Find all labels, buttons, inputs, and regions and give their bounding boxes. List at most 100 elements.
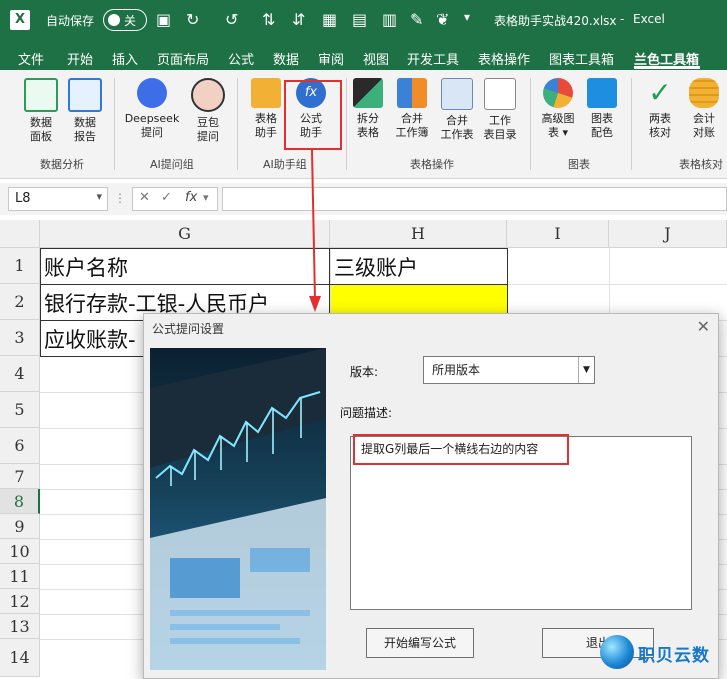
row-header-4[interactable]: 4 — [0, 356, 40, 392]
menu-view[interactable]: 视图 — [363, 49, 389, 68]
insert-function-icon[interactable]: fx — [185, 190, 197, 205]
chevron-down-icon[interactable]: ▼ — [578, 357, 594, 383]
version-select[interactable]: 所用版本 ▼ — [423, 356, 595, 384]
doubao-ask-button[interactable]: 豆包 提问 — [188, 78, 228, 144]
select-all-corner[interactable] — [0, 220, 40, 248]
row-header-3[interactable]: 3 — [0, 320, 40, 356]
row-header-14[interactable]: 14 — [0, 639, 40, 677]
leaf-icon[interactable]: ❦ — [436, 10, 449, 29]
formula-assistant-highlight — [284, 80, 342, 150]
sort-descending-icon[interactable]: ⇵ — [292, 10, 305, 29]
column-header-h[interactable]: H — [330, 220, 507, 248]
question-highlight — [353, 434, 569, 465]
title-bar: X 自动保存 关 ▣ ↻ ↺ ⇅ ⇵ ▦ ▤ ▥ ✎ ❦ ▾ 表格助手实战420… — [0, 0, 727, 40]
accounting-reconcile-button[interactable]: 会计 对账 — [684, 78, 724, 140]
column-header-g[interactable]: G — [40, 220, 330, 248]
button-label: 会计 — [693, 112, 715, 125]
row-header-12[interactable]: 12 — [0, 589, 40, 614]
version-label: 版本: — [350, 365, 379, 379]
two-table-check-button[interactable]: ✓ 两表 核对 — [640, 78, 680, 140]
picture-icon[interactable]: ▦ — [322, 10, 337, 29]
merge-workbook-button[interactable]: 合并 工作簿 — [392, 78, 432, 140]
merge-worksheet-button[interactable]: 合并 工作表 — [437, 78, 477, 142]
menu-page-layout[interactable]: 页面布局 — [157, 49, 209, 68]
group-separator — [237, 78, 238, 170]
row-header-8[interactable]: 8 — [0, 489, 40, 514]
button-label: 数据 — [30, 116, 52, 129]
brush-icon[interactable]: ✎ — [410, 10, 423, 29]
undo-icon[interactable]: ↺ — [225, 10, 238, 29]
dialog-title: 公式提问设置 — [152, 322, 225, 336]
data-panel-button[interactable]: 数据 面板 — [21, 78, 61, 144]
start-formula-button[interactable]: 开始编写公式 — [366, 628, 474, 658]
watermark-text: 职贝云数 — [638, 646, 710, 666]
menu-data[interactable]: 数据 — [273, 49, 299, 68]
deepseek-ask-button[interactable]: Deepseek 提问 — [124, 78, 180, 140]
pie-chart-icon — [543, 78, 573, 108]
button-label: 表 ▾ — [547, 126, 569, 139]
formula-input[interactable] — [222, 187, 727, 211]
row-header-13[interactable]: 13 — [0, 614, 40, 639]
cancel-icon[interactable]: ✕ — [139, 190, 150, 205]
row-header-5[interactable]: 5 — [0, 392, 40, 428]
row-header-11[interactable]: 11 — [0, 564, 40, 589]
row-header-10[interactable]: 10 — [0, 539, 40, 564]
cell-g1[interactable]: 账户名称 — [44, 252, 328, 282]
formula-buttons: ✕ ✓ fx ▾ — [132, 187, 218, 211]
menu-developer[interactable]: 开发工具 — [407, 49, 459, 68]
cell-h1[interactable]: 三级账户 — [334, 252, 504, 282]
sheet-directory-button[interactable]: 工作 表目录 — [480, 78, 520, 142]
group-separator — [530, 78, 531, 170]
row-header-9[interactable]: 9 — [0, 514, 40, 539]
group-label-table-check: 表格核对 — [679, 158, 723, 171]
app-name: Excel — [633, 12, 665, 26]
chart-color-button[interactable]: 图表 配色 — [582, 78, 622, 140]
chevron-down-icon[interactable]: ▾ — [203, 191, 209, 204]
button-label: 提问 — [197, 130, 219, 143]
menu-file[interactable]: 文件 — [18, 49, 44, 68]
chevron-down-icon[interactable]: ▾ — [96, 190, 102, 203]
sheet-icon[interactable]: ▥ — [382, 10, 397, 29]
menu-insert[interactable]: 插入 — [112, 49, 138, 68]
button-label: 两表 — [649, 112, 671, 125]
drag-handle-icon[interactable]: ⋮ — [114, 191, 126, 205]
autosave-state: 关 — [124, 14, 137, 28]
row-header-7[interactable]: 7 — [0, 464, 40, 489]
menu-review[interactable]: 审阅 — [318, 49, 344, 68]
button-label: 图表 — [591, 112, 613, 125]
save-icon[interactable]: ▣ — [156, 10, 171, 29]
sort-ascending-icon[interactable]: ⇅ — [262, 10, 275, 29]
column-header-i[interactable]: I — [507, 220, 609, 248]
menu-formulas[interactable]: 公式 — [228, 49, 254, 68]
close-icon[interactable]: ✕ — [697, 317, 710, 336]
menu-home[interactable]: 开始 — [67, 49, 93, 68]
redo-icon[interactable]: ↻ — [186, 10, 199, 29]
advanced-chart-button[interactable]: 高级图 表 ▾ — [536, 78, 580, 140]
more-icon[interactable]: ▾ — [464, 10, 470, 24]
button-label: 数据 — [74, 116, 96, 129]
menu-table-ops[interactable]: 表格操作 — [478, 49, 530, 68]
button-label: 配色 — [591, 126, 613, 139]
excel-logo-icon: X — [10, 10, 30, 30]
confirm-icon[interactable]: ✓ — [161, 190, 172, 205]
file-name: 表格助手实战420.xlsx — [494, 14, 617, 28]
globe-icon — [600, 635, 634, 669]
split-table-button[interactable]: 拆分 表格 — [348, 78, 388, 140]
active-tab-indicator — [634, 66, 700, 69]
menu-chart-toolbox[interactable]: 图表工具箱 — [549, 49, 614, 68]
autosave-toggle[interactable]: 关 — [103, 9, 147, 31]
formula-question-dialog: 公式提问设置 ✕ 版本: 所用版本 ▼ 问题描述: 提取G列最后一个横线右边的内… — [143, 313, 719, 679]
table-assistant-button[interactable]: 表格 助手 — [246, 78, 286, 140]
row-header-1[interactable]: 1 — [0, 248, 40, 284]
row-header-6[interactable]: 6 — [0, 428, 40, 464]
merge-grid-icon — [397, 78, 427, 108]
name-box[interactable]: L8 ▾ — [8, 187, 108, 211]
cell-g3[interactable]: 应收账款- — [44, 324, 144, 354]
row-header-2[interactable]: 2 — [0, 284, 40, 320]
column-header-j[interactable]: J — [609, 220, 727, 248]
data-report-button[interactable]: 数据 报告 — [65, 78, 105, 144]
text-box-icon[interactable]: ▤ — [352, 10, 367, 29]
group-label-data-analysis: 数据分析 — [40, 158, 84, 171]
button-label: 工作 — [489, 114, 511, 127]
split-icon — [353, 78, 383, 108]
